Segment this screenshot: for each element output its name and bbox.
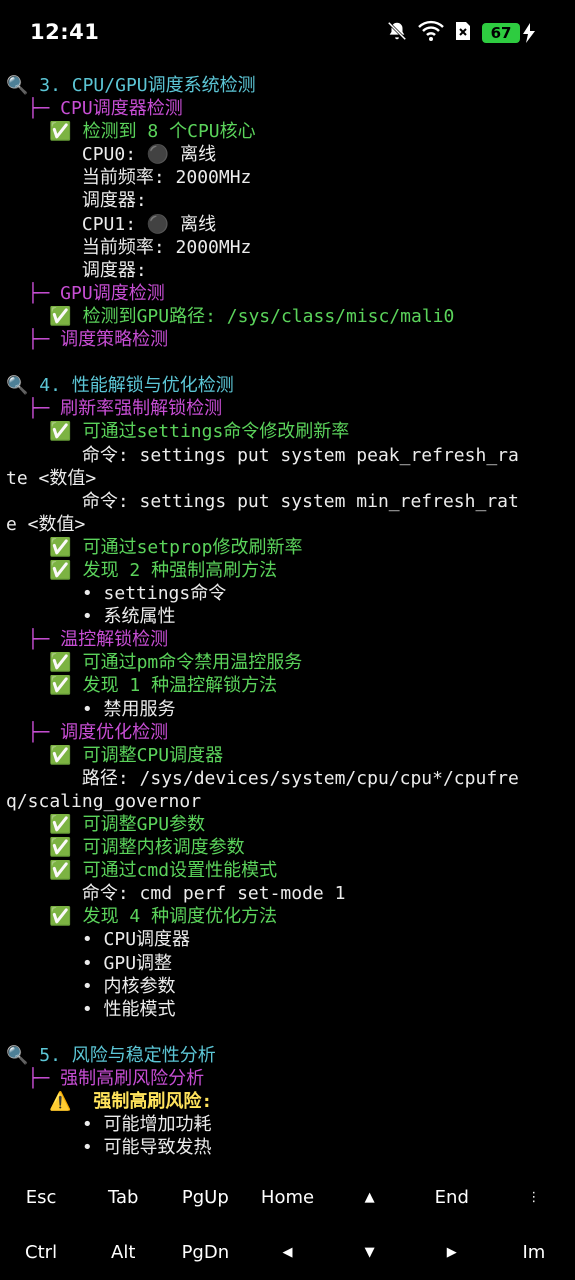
terminal-line: ✅ 可调整内核调度参数 [6,837,245,859]
key-ime[interactable]: Im [493,1225,575,1280]
terminal-line: • 内核参数 [6,975,176,997]
key-ctrl[interactable]: Ctrl [0,1225,82,1280]
terminal-line: ├─ 强制高刷风险分析 [6,1068,205,1090]
terminal-line: 当前频率: 2000MHz [6,167,252,189]
terminal-line: 🔍 4. 性能解锁与优化检测 [6,375,234,397]
key-down-arrow[interactable]: ▼ [329,1225,411,1280]
bell-off-icon [386,20,408,46]
status-bar: 12:41 67 [0,0,575,66]
terminal-line: ├─ 刷新率强制解锁检测 [6,398,223,420]
key-esc[interactable]: Esc [0,1170,82,1225]
terminal-line: ├─ 温控解锁检测 [6,629,169,651]
terminal-line: ✅ 检测到GPU路径: /sys/class/misc/mali0 [6,305,455,327]
terminal-line: ├─ GPU调度检测 [6,282,165,304]
key-right-arrow[interactable]: ▶ [411,1225,493,1280]
terminal-line: ✅ 检测到 8 个CPU核心 [6,121,256,143]
status-icons: 67 [386,20,535,46]
terminal-line: CPU0: ⚫ 离线 [6,144,217,166]
extra-keys-row-2: Ctrl Alt PgDn ◀ ▼ ▶ Im [0,1225,575,1280]
terminal-line: ⚠️ 强制高刷风险: [6,1091,213,1113]
terminal-line: ├─ 调度策略检测 [6,329,169,351]
battery-level: 67 [482,23,520,43]
terminal-output[interactable]: 🔍 3. CPU/GPU调度系统检测 ├─ CPU调度器检测 ✅ 检测到 8 个… [6,74,571,1159]
terminal-line: q/scaling_governor [6,790,202,812]
key-pgup[interactable]: PgUp [164,1170,246,1225]
battery-icon: 67 [482,23,535,43]
extra-keys-bar: Esc Tab PgUp Home ▲ End ⋮ Ctrl Alt PgDn ◀ ▼ ▶ Im [0,1170,575,1280]
terminal-line: 🔍 3. CPU/GPU调度系统检测 [6,75,256,96]
terminal-line: • 可能增加功耗 [6,1114,212,1136]
key-end[interactable]: End [411,1170,493,1225]
terminal-line: ✅ 可通过setprop修改刷新率 [6,536,303,558]
terminal-line: ✅ 可调整GPU参数 [6,814,206,835]
terminal-line: ├─ 调度优化检测 [6,721,169,743]
terminal-line: • 可能导致发热 [6,1137,212,1159]
terminal-line: ├─ CPU调度器检测 [6,98,183,120]
terminal-line: • settings命令 [6,583,227,605]
terminal-line: ✅ 可调整CPU调度器 [6,744,224,766]
key-home[interactable]: Home [246,1170,328,1225]
terminal-line: e <数值> [6,513,86,535]
charging-bolt-icon [523,23,535,43]
key-tab[interactable]: Tab [82,1170,164,1225]
terminal-line: ✅ 发现 2 种强制高刷方法 [6,559,278,581]
terminal-line: ✅ 可通过cmd设置性能模式 [6,860,278,882]
terminal-line: CPU1: ⚫ 离线 [6,213,217,235]
terminal-line: ✅ 发现 1 种温控解锁方法 [6,675,278,697]
terminal-line: • GPU调整 [6,952,173,974]
terminal-line: te <数值> [6,467,97,489]
terminal-line: 🔍 5. 风险与稳定性分析 [6,1044,216,1066]
terminal-line: 调度器: [6,190,147,212]
terminal-line: • 禁用服务 [6,698,176,720]
terminal-line: ✅ 可通过pm命令禁用温控服务 [6,652,303,674]
key-pgdn[interactable]: PgDn [164,1225,246,1280]
terminal-line: • CPU调度器 [6,929,191,951]
key-left-arrow[interactable]: ◀ [246,1225,328,1280]
terminal-line: 路径: /sys/devices/system/cpu/cpu*/cpufre [6,767,519,789]
key-more-icon[interactable]: ⋮ [493,1170,575,1225]
status-time: 12:41 [30,20,100,44]
wifi-icon [418,20,444,46]
terminal-line: ✅ 发现 4 种调度优化方法 [6,906,278,928]
extra-keys-row-1: Esc Tab PgUp Home ▲ End ⋮ [0,1170,575,1225]
terminal-line: 调度器: [6,259,147,281]
terminal-line: 当前频率: 2000MHz [6,236,252,258]
terminal-line: • 系统属性 [6,606,176,628]
sim-off-icon [454,20,472,46]
terminal-line: • 性能模式 [6,998,176,1020]
terminal-line: 命令: settings put system min_refresh_rat [6,490,519,512]
terminal-line: ✅ 可通过settings命令修改刷新率 [6,421,350,443]
terminal-line: 命令: cmd perf set-mode 1 [6,883,346,905]
key-alt[interactable]: Alt [82,1225,164,1280]
key-up-arrow[interactable]: ▲ [329,1170,411,1225]
terminal-line: 命令: settings put system peak_refresh_ra [6,444,519,466]
